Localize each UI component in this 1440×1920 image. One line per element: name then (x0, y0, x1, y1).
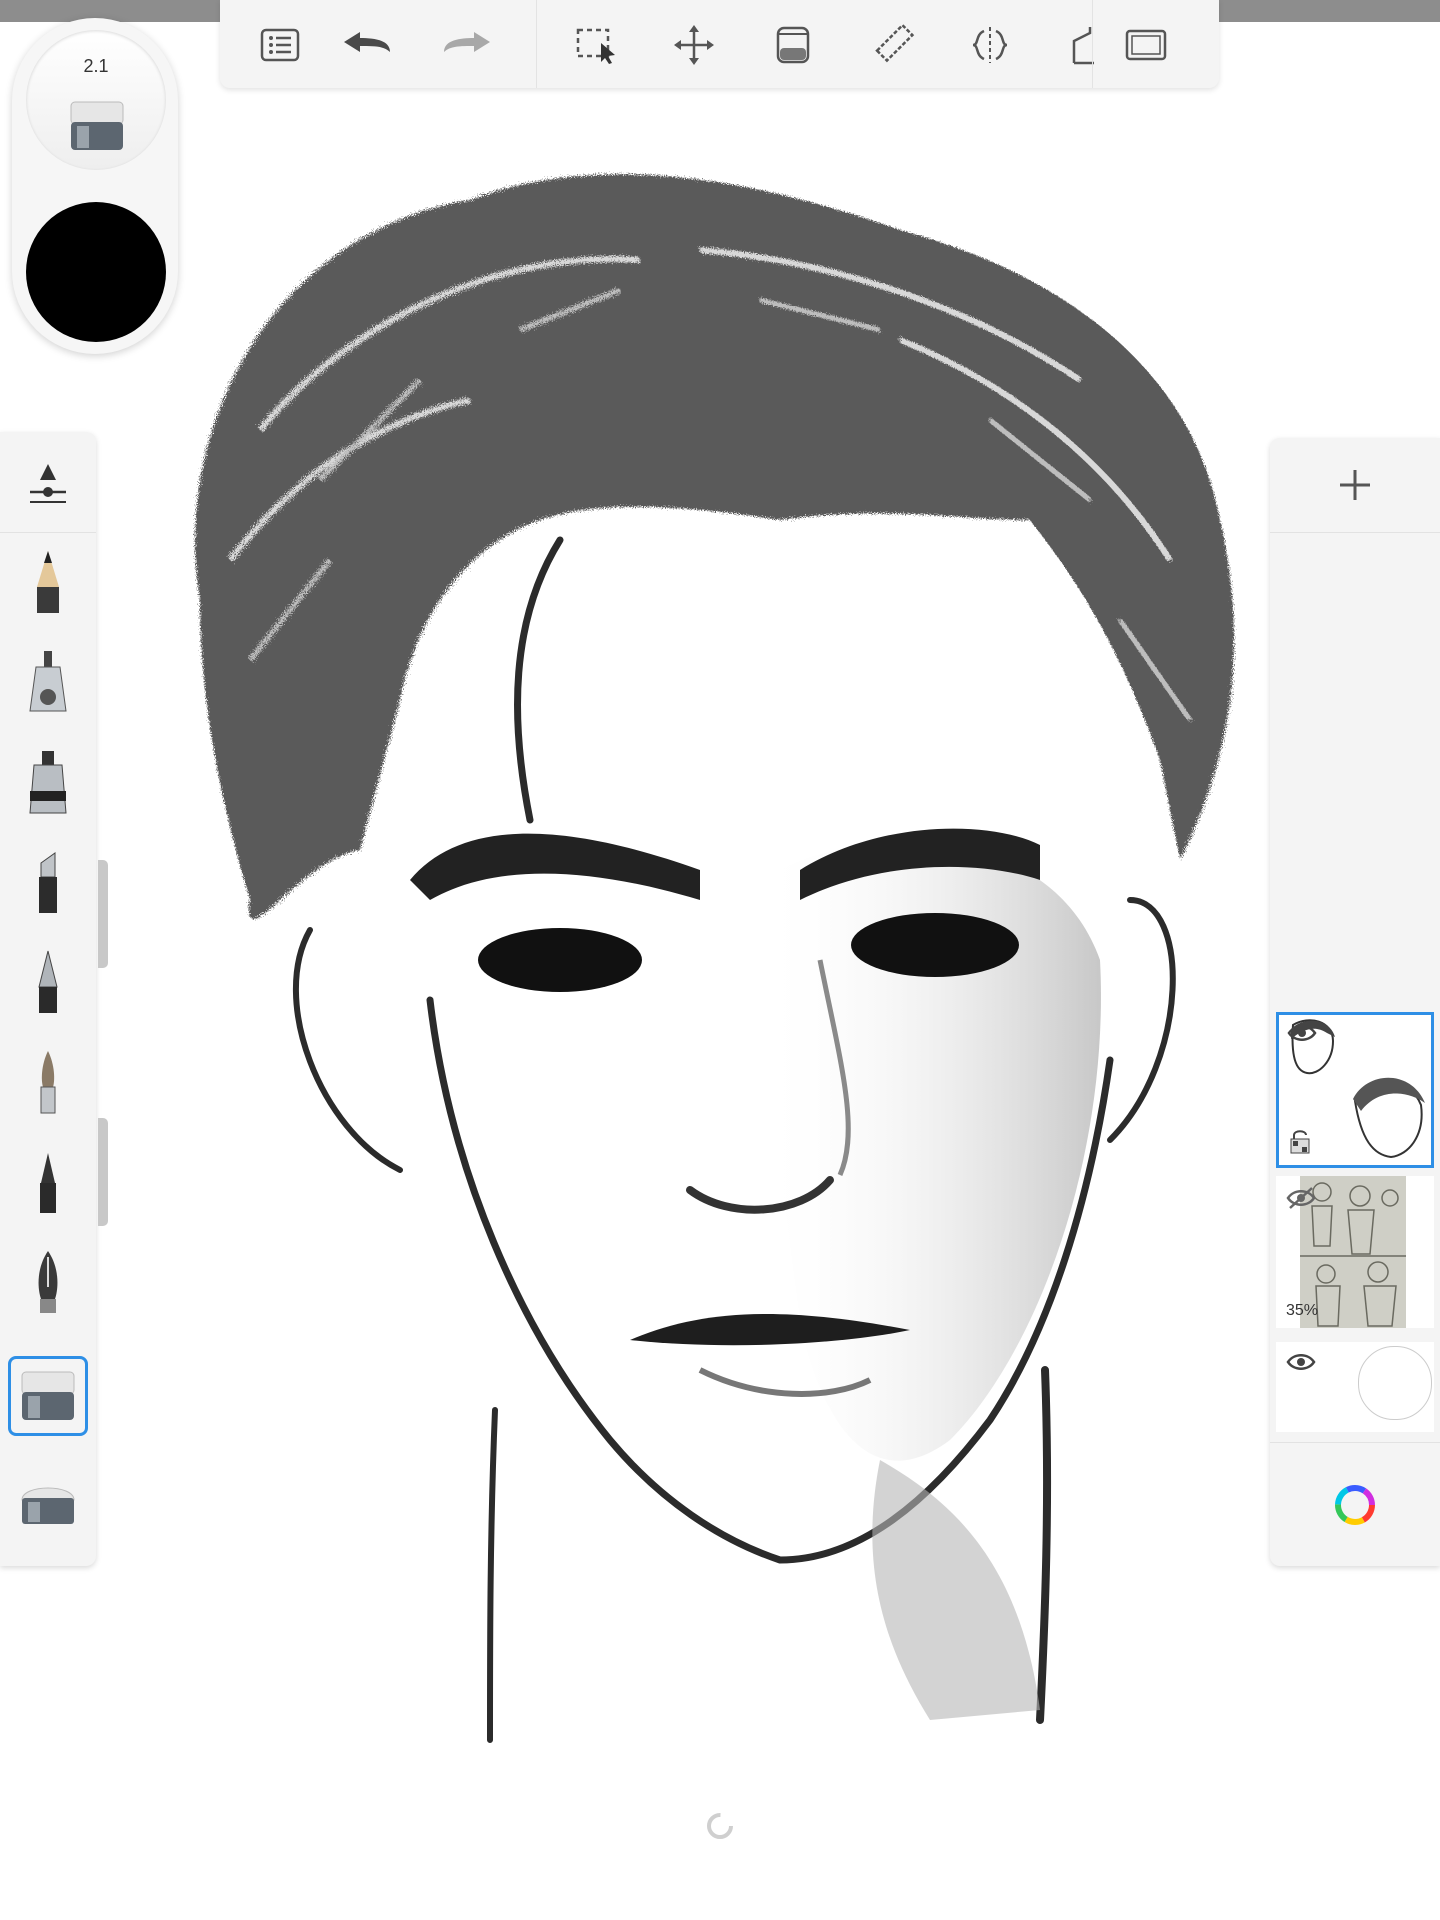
pencil-icon (37, 551, 59, 613)
drawing-canvas[interactable] (0, 0, 1440, 1920)
top-toolbar (220, 0, 1219, 88)
paintbrush-brush[interactable] (8, 1042, 88, 1122)
perspective-icon[interactable] (1058, 18, 1112, 72)
brush-size-value: 2.1 (83, 56, 109, 76)
alpha-lock-icon[interactable] (1289, 1129, 1311, 1155)
soft-eraser-brush[interactable] (8, 1462, 88, 1542)
background-color-swatch[interactable] (1358, 1346, 1432, 1420)
eye-hidden-icon[interactable] (1286, 1186, 1316, 1210)
eye-icon[interactable] (1286, 1352, 1316, 1372)
marker-icon (29, 751, 67, 814)
palette-drag-handle[interactable] (98, 860, 108, 968)
marker-brush[interactable] (8, 742, 88, 822)
fineliner-brush[interactable] (8, 1142, 88, 1222)
brush-palette (0, 432, 96, 1566)
add-layer-button[interactable] (1270, 438, 1440, 533)
brush-properties-icon (30, 464, 66, 503)
list-icon[interactable] (253, 18, 307, 72)
hair (195, 174, 1235, 920)
ruler-icon[interactable] (867, 18, 921, 72)
paintbrush-icon (40, 1051, 56, 1114)
face-sketch (195, 174, 1235, 1743)
transform-icon[interactable] (667, 18, 721, 72)
redo-icon[interactable] (440, 18, 494, 72)
fill-icon[interactable] (766, 18, 820, 72)
color-swatch[interactable] (26, 202, 166, 342)
undo-icon[interactable] (340, 18, 394, 72)
fountain-pen-icon (38, 1251, 58, 1313)
layer-panel: 35% (1270, 438, 1440, 1566)
color-editor-button[interactable] (1270, 1442, 1440, 1567)
layer-opacity-label: 35% (1286, 1302, 1319, 1319)
brush-puck[interactable]: 2.1 (12, 18, 178, 354)
eraser-icon (21, 1371, 75, 1420)
fineliner-icon (40, 1153, 56, 1213)
layer-thumbnail-2[interactable]: 35% (1276, 1176, 1434, 1328)
plus-icon (1340, 470, 1370, 500)
ballpoint-pen-brush[interactable] (8, 942, 88, 1022)
fullscreen-icon[interactable] (1119, 18, 1173, 72)
brush-size-control[interactable]: 2.1 (26, 30, 166, 170)
ballpoint-pen-icon (38, 950, 58, 1013)
soft-eraser-icon (21, 1487, 75, 1524)
eraser-brush[interactable] (8, 1356, 88, 1436)
pencil-brush[interactable] (8, 542, 88, 622)
loading-spinner-icon (707, 1813, 733, 1839)
color-wheel-icon (1335, 1485, 1375, 1525)
airbrush-icon (29, 651, 67, 712)
eye-icon[interactable] (1287, 1023, 1317, 1043)
eraser-preview-icon (70, 101, 124, 150)
layer-thumbnail-1[interactable] (1276, 1012, 1434, 1168)
brush-properties-button[interactable] (0, 432, 96, 533)
palette-drag-handle-2[interactable] (98, 1118, 108, 1226)
chisel-marker-icon (39, 852, 57, 913)
symmetry-icon[interactable] (963, 18, 1017, 72)
airbrush-brush[interactable] (8, 642, 88, 722)
selection-icon[interactable] (570, 18, 624, 72)
fountain-pen-brush[interactable] (8, 1242, 88, 1322)
chisel-marker-brush[interactable] (8, 842, 88, 922)
background-layer[interactable] (1276, 1342, 1434, 1432)
